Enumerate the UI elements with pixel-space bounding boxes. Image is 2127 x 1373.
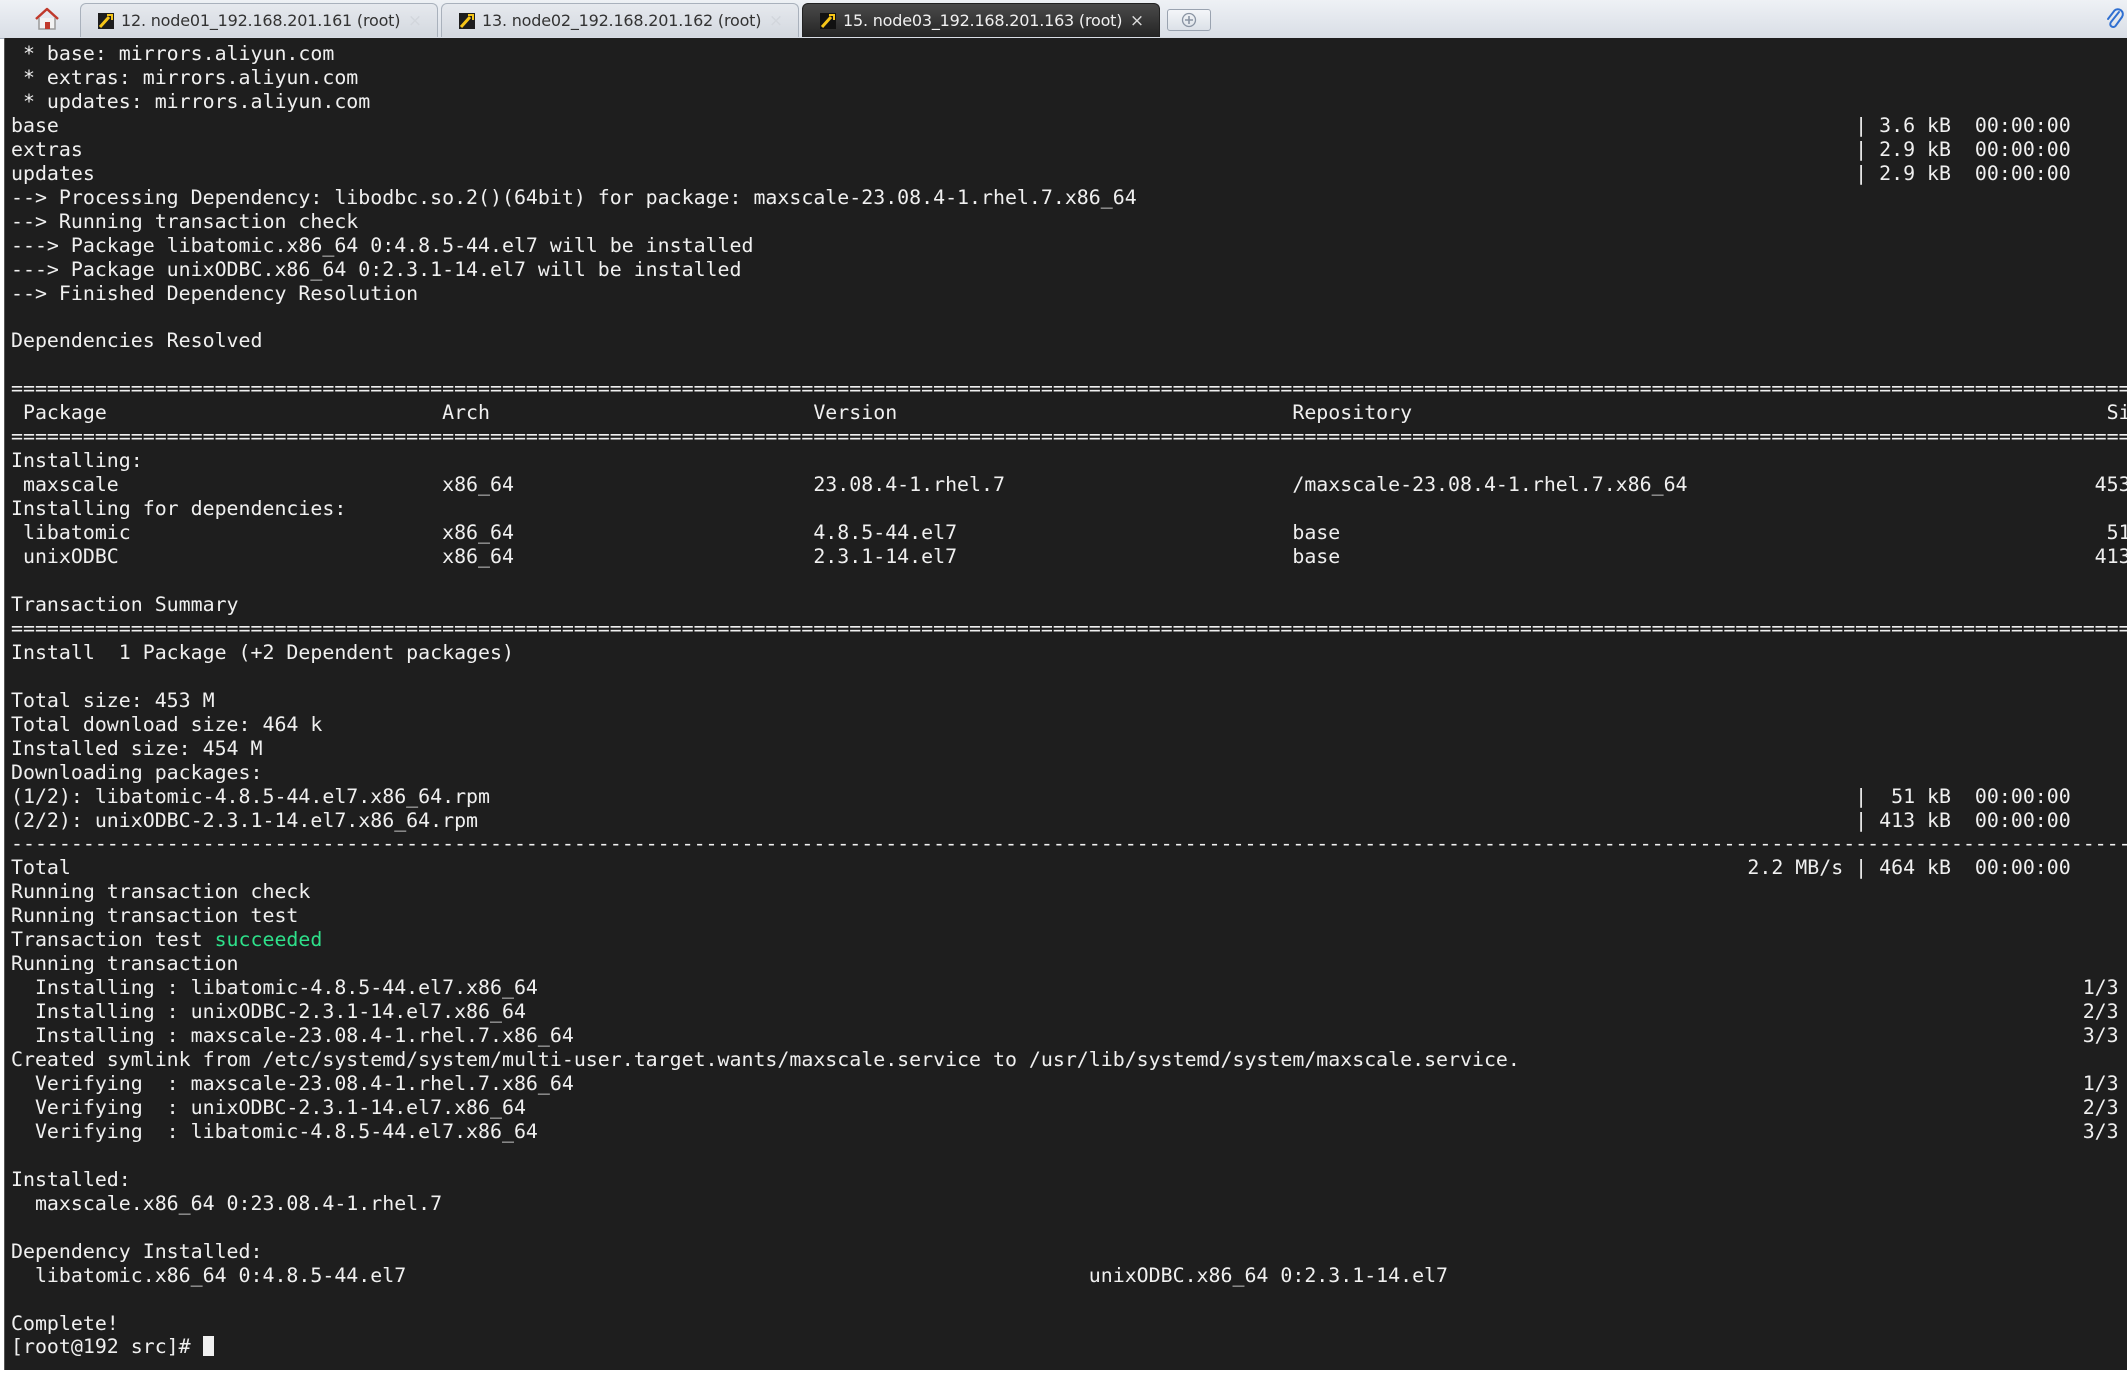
tab-label: 13. node02_192.168.201.162 (root) [482,11,762,30]
tab-label: 15. node03_192.168.201.163 (root) [843,11,1123,30]
success-status-text: succeeded [214,928,323,952]
terminal-line: Running transaction check [11,880,311,904]
terminal-line: Dependencies Resolved [11,329,263,353]
terminal-line: Total size: 453 M [11,688,215,712]
terminal-line: (1/2): libatomic-4.8.5-44.el7.x86_64.rpm… [11,784,2071,808]
attach-button[interactable] [2105,6,2125,32]
new-tab-button[interactable] [1167,9,1211,31]
terminal-line: libatomic x86_64 4.8.5-44.el7 base 51 k [11,521,2127,545]
terminal-line: libatomic.x86_64 0:4.8.5-44.el7 unixODBC… [11,1263,1449,1287]
terminal-line: Total download size: 464 k [11,712,323,736]
terminal-line: Installing : unixODBC-2.3.1-14.el7.x86_6… [11,1000,2119,1024]
terminal-line: * extras: mirrors.aliyun.com [11,65,359,89]
tab-node01[interactable]: 12. node01_192.168.201.161 (root) × [80,3,438,37]
terminal-line: * updates: mirrors.aliyun.com [11,89,371,113]
text-cursor [202,1336,214,1357]
terminal-line: Installing : libatomic-4.8.5-44.el7.x86_… [11,976,2119,1000]
terminal-line: Installing : maxscale-23.08.4-1.rhel.7.x… [11,1024,2119,1048]
terminal-line: extras | 2.9 kB 00:00:00 [11,137,2071,161]
terminal-line: --> Finished Dependency Resolution [11,281,419,305]
terminal-line: ========================================… [11,616,2127,640]
tab-node03[interactable]: 15. node03_192.168.201.163 (root) × [802,3,1160,37]
terminal-line: Install 1 Package (+2 Dependent packages… [11,640,514,664]
paperclip-icon [2107,8,2124,28]
terminal-line: Verifying : maxscale-23.08.4-1.rhel.7.x8… [11,1071,2119,1095]
tab-label: 12. node01_192.168.201.161 (root) [121,11,401,30]
tab-bar: 12. node01_192.168.201.161 (root) × 13. … [0,0,2127,39]
terminal-line: Created symlink from /etc/systemd/system… [11,1048,1520,1072]
terminal-line: base | 3.6 kB 00:00:00 [11,113,2071,137]
terminal-line: ========================================… [11,425,2127,449]
terminal-line: ========================================… [11,377,2127,401]
terminal-line: Running transaction test [11,904,299,928]
terminal-line: ---> Package unixODBC.x86_64 0:2.3.1-14.… [11,257,742,281]
terminal-line: Installing: [11,449,143,473]
terminal-line: (2/2): unixODBC-2.3.1-14.el7.x86_64.rpm … [11,808,2071,832]
terminal-line: unixODBC x86_64 2.3.1-14.el7 base 413 k [11,545,2127,569]
terminal-line: Package Arch Version Repository Size [11,401,2127,425]
home-button[interactable] [22,4,72,34]
terminal-line: Total 2.2 MB/s | 464 kB 00:00:00 [11,856,2071,880]
terminal-line: Transaction test succeeded [11,928,322,951]
terminal-line: Complete! [11,1311,119,1335]
terminal-line: updates | 2.9 kB 00:00:00 [11,161,2071,185]
terminal-session-icon [459,12,475,29]
terminal-line: maxscale.x86_64 0:23.08.4-1.rhel.7 [11,1191,443,1215]
terminal-line: * base: mirrors.aliyun.com [11,42,335,65]
terminal-line: Transaction Summary [11,592,239,616]
terminal-session-icon [820,12,836,29]
terminal-line: maxscale x86_64 23.08.4-1.rhel.7 /maxsca… [11,473,2127,497]
terminal-line: ----------------------------------------… [11,832,2127,856]
new-tab-icon [1181,12,1197,28]
terminal-line: Installed: [11,1167,131,1191]
terminal-window[interactable]: * base: mirrors.aliyun.com * extras: mir… [4,38,2127,1370]
terminal-line: Verifying : unixODBC-2.3.1-14.el7.x86_64… [11,1095,2119,1119]
terminal-line: --> Running transaction check [11,209,359,233]
terminal-line: Installed size: 454 M [11,736,263,760]
terminal-line: Downloading packages: [11,760,263,784]
tab-node02[interactable]: 13. node02_192.168.201.162 (root) × [441,3,799,37]
terminal-line: --> Processing Dependency: libodbc.so.2(… [11,185,1137,209]
close-icon[interactable]: × [405,11,425,31]
terminal-output: * base: mirrors.aliyun.com * extras: mir… [11,42,2127,1359]
close-icon[interactable]: × [766,11,786,31]
terminal-line: Running transaction [11,952,239,976]
terminal-text: Transaction test [11,928,215,952]
terminal-line: Verifying : libatomic-4.8.5-44.el7.x86_6… [11,1119,2119,1143]
terminal-line: Installing for dependencies: [11,497,347,521]
terminal-session-icon [98,12,114,29]
close-icon[interactable]: × [1127,11,1147,31]
terminal-line: Dependency Installed: [11,1239,263,1263]
shell-prompt[interactable]: [root@192 src]# [11,1335,203,1358]
terminal-line: ---> Package libatomic.x86_64 0:4.8.5-44… [11,233,754,257]
home-icon [35,7,59,30]
